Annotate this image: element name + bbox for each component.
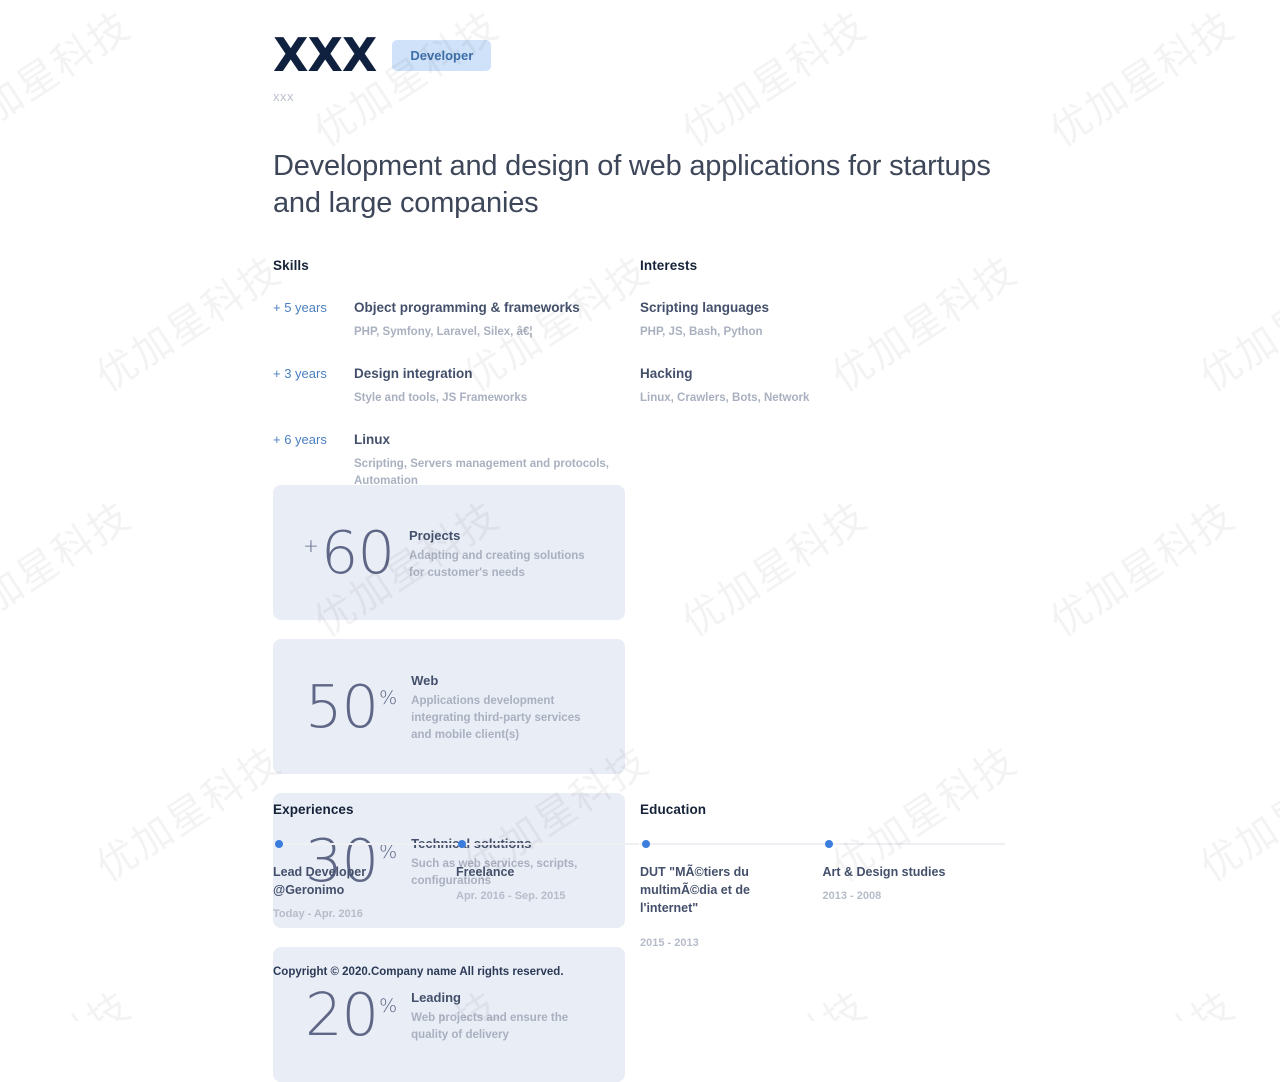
stat-title: Web — [411, 673, 439, 689]
stat-number: 60 — [320, 518, 395, 587]
timeline-dot — [458, 840, 466, 848]
education-date: 2013 - 2008 — [822, 890, 882, 903]
stat-card-projects: + 60 Projects Adapting and creating solu… — [273, 485, 625, 620]
experiences-track — [273, 840, 639, 848]
skill-name: Linux — [354, 432, 390, 448]
skills-column: Skills + 5 years Object programming & fr… — [273, 258, 634, 514]
interest-detail: PHP, JS, Bash, Python — [640, 325, 763, 338]
skill-item: + 5 years Object programming & framework… — [273, 299, 634, 340]
skill-body: Linux Scripting, Servers management and … — [354, 431, 634, 489]
interest-item: Scripting languages PHP, JS, Bash, Pytho… — [640, 299, 995, 340]
skill-years: + 5 years — [273, 300, 327, 315]
stat-title: Leading — [411, 989, 461, 1005]
subtitle: xxx — [273, 88, 294, 104]
stat-number: 50 — [305, 672, 379, 741]
stat-value-group: 20 % — [303, 985, 397, 1044]
stat-description: Applications development integrating thi… — [411, 695, 581, 741]
stat-text: Web Applications development integrating… — [411, 669, 603, 743]
experience-role: Lead Developer @Geronimo — [273, 865, 367, 898]
education-heading: Education — [640, 802, 707, 817]
skill-body: Design integration Style and tools, JS F… — [354, 365, 634, 406]
stat-value-group: 50 % — [303, 677, 397, 736]
experiences-column: Experiences Lead Developer @Geronimo Tod… — [273, 802, 639, 949]
headline: Development and design of web applicatio… — [273, 150, 991, 219]
experience-date: Apr. 2016 - Sep. 2015 — [456, 890, 566, 903]
stat-description: Adapting and creating solutions for cust… — [409, 549, 585, 579]
skill-years: + 6 years — [273, 432, 327, 448]
interests-heading: Interests — [640, 258, 698, 273]
footer-copyright: Copyright © 2020.Company name All rights… — [273, 966, 564, 978]
stats-card-grid: + 60 Projects Adapting and creating solu… — [273, 485, 995, 1082]
experience-item: Freelance Apr. 2016 - Sep. 2015 — [456, 863, 639, 920]
skill-years: + 3 years — [273, 366, 327, 382]
timeline-dot — [275, 840, 283, 848]
skill-detail: PHP, Symfony, Laravel, Silex, â€¦ — [354, 325, 533, 338]
timeline-dot — [825, 840, 833, 848]
interest-detail: Linux, Crawlers, Bots, Network — [640, 391, 810, 404]
education-role: Art & Design studies — [822, 865, 946, 879]
timeline-section: Experiences Lead Developer @Geronimo Tod… — [273, 802, 1005, 949]
stat-card-web: 50 % Web Applications development integr… — [273, 639, 625, 774]
interest-name: Hacking — [640, 366, 693, 382]
skill-item: + 3 years Design integration Style and t… — [273, 365, 634, 406]
skill-item: + 6 years Linux Scripting, Servers manag… — [273, 431, 634, 489]
experience-date: Today - Apr. 2016 — [273, 908, 363, 921]
skill-body: Object programming & frameworks PHP, Sym… — [354, 299, 634, 340]
skill-name: Object programming & frameworks — [354, 300, 580, 315]
stat-text: Projects Adapting and creating solutions… — [409, 524, 603, 581]
skill-detail: Style and tools, JS Frameworks — [354, 391, 528, 404]
education-item: DUT "MÃ©tiers du multimÃ©dia et de l'int… — [640, 863, 823, 949]
stat-prefix: + — [303, 535, 319, 557]
interest-name: Scripting languages — [640, 300, 770, 315]
skill-name: Design integration — [354, 366, 473, 382]
stat-suffix: % — [379, 687, 398, 709]
page-header: XXX Developer xxx — [273, 30, 995, 104]
stat-suffix: % — [379, 995, 398, 1017]
interest-item: Hacking Linux, Crawlers, Bots, Network — [640, 365, 995, 406]
timeline-dot — [642, 840, 650, 848]
education-items: DUT "MÃ©tiers du multimÃ©dia et de l'int… — [640, 863, 1005, 949]
role-badge: Developer — [392, 39, 492, 71]
interests-column: Interests Scripting languages PHP, JS, B… — [634, 258, 995, 514]
experiences-items: Lead Developer @Geronimo Today - Apr. 20… — [273, 863, 639, 920]
skills-heading: Skills — [273, 258, 309, 273]
resume-page: XXX Developer xxx Development and design… — [0, 0, 1280, 1082]
education-track — [640, 840, 1005, 848]
experience-role: Freelance — [456, 865, 515, 879]
education-role: DUT "MÃ©tiers du multimÃ©dia et de l'int… — [640, 865, 750, 916]
stat-description: Web projects and ensure the quality of d… — [411, 1011, 569, 1041]
stat-number: 20 — [305, 980, 379, 1049]
education-column: Education DUT "MÃ©tiers du multimÃ©dia e… — [639, 802, 1005, 949]
education-date: 2015 - 2013 — [640, 937, 699, 950]
page-title: XXX — [273, 28, 377, 82]
stat-text: Leading Web projects and ensure the qual… — [411, 986, 603, 1043]
experience-item: Lead Developer @Geronimo Today - Apr. 20… — [273, 863, 456, 920]
experiences-heading: Experiences — [273, 802, 354, 817]
stat-title: Projects — [409, 527, 461, 543]
education-item: Art & Design studies 2013 - 2008 — [823, 863, 1006, 949]
stat-value-group: + 60 — [303, 523, 395, 582]
skills-interests-section: Skills + 5 years Object programming & fr… — [273, 258, 995, 514]
identity-row: XXX Developer — [273, 30, 995, 81]
